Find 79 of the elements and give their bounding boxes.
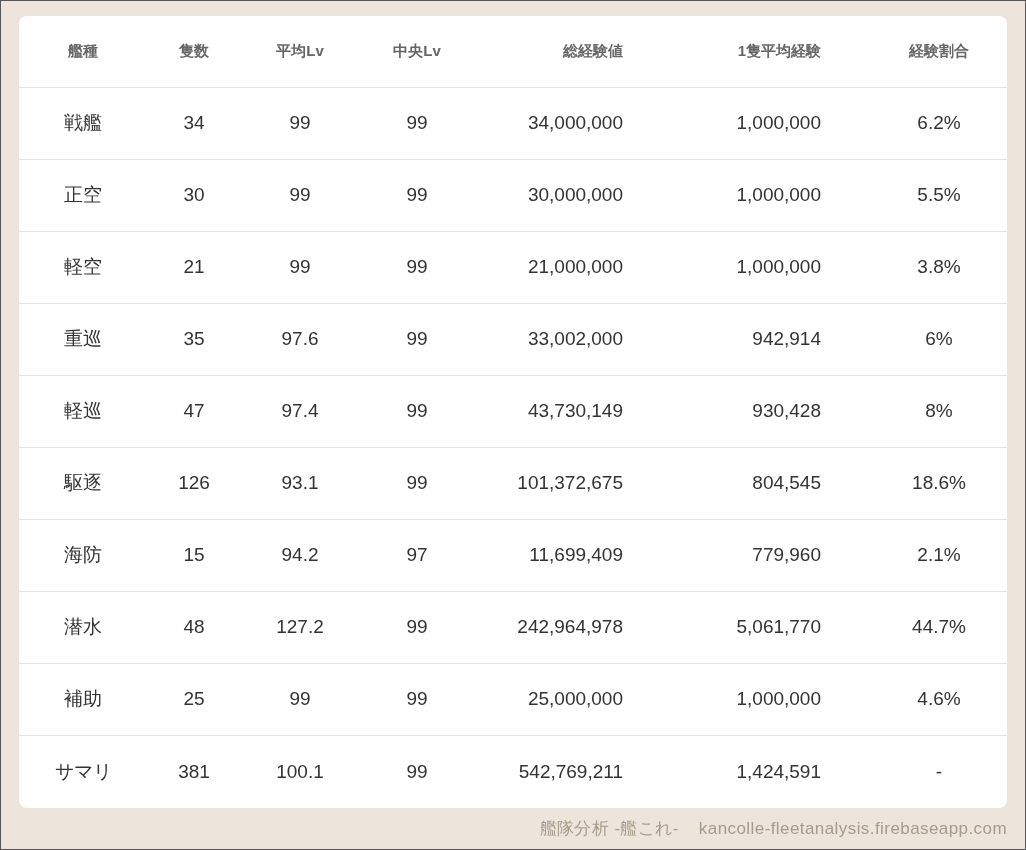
table-cell-text: 潜水 [63,615,103,640]
table-cell-text: 99 [288,687,312,712]
table-cell-text: 8% [924,399,954,424]
table-cell-text: 33,002,000 [526,327,624,352]
table-cell-text: 3.8% [916,255,962,280]
column-header: 経験割合 [907,41,970,62]
table-cell-text: 779,960 [751,543,822,568]
table-cell-text: 101,372,675 [516,471,624,496]
table-cell-text: 126 [177,471,211,496]
column-header: 隻数 [178,41,210,62]
table-cell-text: 海防 [63,543,103,568]
table-cell-text: 正空 [63,183,103,208]
table-cell-text: 34,000,000 [526,111,624,136]
table-cell-text: 127.2 [275,615,325,640]
table-cell-text: 930,428 [751,399,822,424]
table-cell-text: 99 [405,255,429,280]
table-cell-text: 242,964,978 [516,615,624,640]
table-cell-text: 25,000,000 [526,687,624,712]
table-cell-text: 6% [924,327,954,352]
table-cell-text: 11,699,409 [528,543,624,568]
table-cell-text: 18.6% [911,471,967,496]
table-cell-text: 99 [288,183,312,208]
table-cell-text: 34 [182,111,206,136]
table-cell-text: - [934,759,944,784]
table-cell-text: 5,061,770 [735,615,822,640]
table-cell-text: 381 [177,759,211,784]
table-cell-text: 99 [405,759,429,784]
table-cell-text: 30 [182,183,206,208]
table-cell-text: 軽空 [63,255,103,280]
table-cell-text: 21,000,000 [526,255,624,280]
column-header: 1隻平均経験 [736,41,822,62]
table-cell-text: 駆逐 [62,471,103,496]
table-cell-text: 4.6% [916,687,962,712]
table-cell-text: 戦艦 [63,111,103,136]
table-cell-text: 1,424,591 [735,759,822,784]
table-cell-text: 942,914 [751,327,822,352]
table-cell-text: 48 [182,615,206,640]
table-cell-text: 99 [405,183,429,208]
table-cell-text: 99 [405,327,429,352]
table-cell-text: 15 [182,543,206,568]
table-cell-text: 97.6 [280,327,320,352]
table-cell-text: 99 [405,399,429,424]
column-header: 総経験値 [561,41,624,62]
table-cell-text: 1,000,000 [735,111,822,136]
table-cell-text: 99 [405,471,429,496]
table-cell-text: 補助 [63,687,103,712]
site-url: kancolle-fleetanalysis.firebaseapp.com [698,818,1007,840]
table-cell-text: 5.5% [916,183,962,208]
table-cell-text: 99 [405,111,429,136]
table-cell-text: 99 [288,255,312,280]
table-cell-text: 99 [405,615,429,640]
table-cell-text: 94.2 [280,543,320,568]
table-cell-text: 804,545 [751,471,822,496]
table-cell-text: 100.1 [275,759,325,784]
table-cell-text: 25 [182,687,206,712]
app-name: 艦隊分析 -艦これ- [539,818,679,840]
table-cell-text: 重巡 [63,327,103,352]
column-header: 中央Lv [392,41,442,62]
table-cell-text: 47 [182,399,206,424]
table-cell-text: 44.7% [911,615,967,640]
table-cell-text: 97.4 [280,399,320,424]
table-cell-text: 99 [405,687,429,712]
table-cell-text: 21 [182,255,206,280]
table-cell-text: 35 [182,327,206,352]
table-cell-text: 2.1% [916,543,962,568]
table-cell-text: 1,000,000 [735,255,822,280]
table-cell-text: 1,000,000 [735,183,822,208]
table-cell-text: 99 [288,111,312,136]
column-header: 平均Lv [275,41,325,62]
table-cell-text: 6.2% [916,111,962,136]
table-cell-text: 542,769,211 [517,759,624,784]
column-header: 艦種 [67,41,99,62]
table-cell-text: 30,000,000 [526,183,624,208]
table-cell-text: サマリ [53,759,113,784]
table-cell-text: 93.1 [280,471,320,496]
table-cell-text: 97 [405,543,429,568]
table-cell-text: 軽巡 [63,399,103,424]
table-cell-text: 1,000,000 [735,687,822,712]
table-cell-text: 43,730,149 [526,399,624,424]
